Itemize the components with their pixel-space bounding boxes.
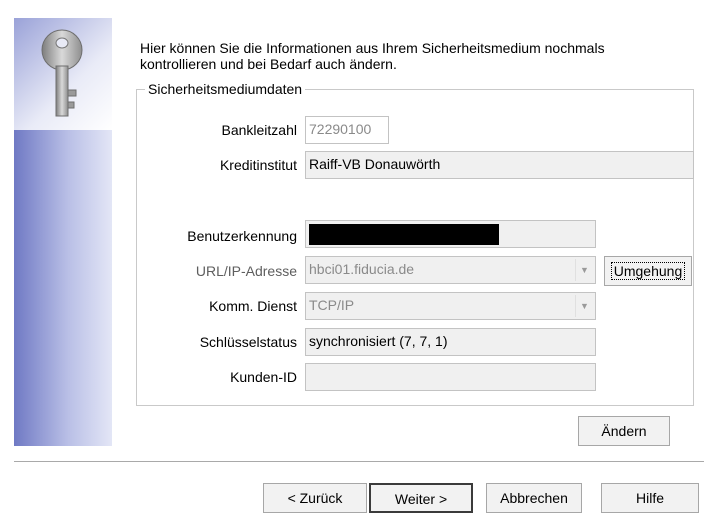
key-icon [41, 29, 83, 117]
url-combobox[interactable]: hbci01.fiducia.de ▼ [305, 256, 596, 284]
url-value: hbci01.fiducia.de [309, 261, 415, 277]
kreditinstitut-label: Kreditinstitut [219, 157, 297, 173]
kreditinstitut-field: Raiff-VB Donauwörth [305, 151, 694, 179]
help-button[interactable]: Hilfe [601, 483, 699, 513]
komm-dienst-label: Komm. Dienst [209, 298, 297, 314]
chevron-down-icon[interactable]: ▼ [575, 259, 593, 281]
schluesselstatus-label: Schlüsselstatus [199, 334, 297, 350]
next-button[interactable]: Weiter > [369, 483, 473, 513]
komm-dienst-value: TCP/IP [309, 297, 355, 313]
url-label: URL/IP-Adresse [195, 263, 297, 279]
benutzerkennung-label: Benutzerkennung [187, 228, 297, 244]
groupbox-title: Sicherheitsmediumdaten [145, 81, 306, 97]
schluesselstatus-field: synchronisiert (7, 7, 1) [305, 328, 596, 356]
bankleitzahl-field: 72290100 [305, 116, 389, 144]
aendern-button[interactable]: Ändern [578, 416, 670, 446]
benutzerkennung-field[interactable] [305, 220, 596, 248]
cancel-button[interactable]: Abbrechen [486, 483, 582, 513]
komm-dienst-combobox[interactable]: TCP/IP ▼ [305, 292, 596, 320]
redaction-bar [309, 224, 499, 245]
back-button[interactable]: < Zurück [263, 483, 367, 513]
kunden-id-field[interactable] [305, 363, 596, 391]
umgehung-button[interactable]: Umgehung [604, 256, 692, 286]
key-tile [14, 18, 112, 130]
kunden-id-label: Kunden-ID [230, 369, 297, 385]
bankleitzahl-label: Bankleitzahl [221, 122, 298, 138]
intro-text: Hier können Sie die Informationen aus Ih… [140, 40, 605, 72]
chevron-down-icon[interactable]: ▼ [575, 295, 593, 317]
footer-separator [14, 461, 704, 463]
